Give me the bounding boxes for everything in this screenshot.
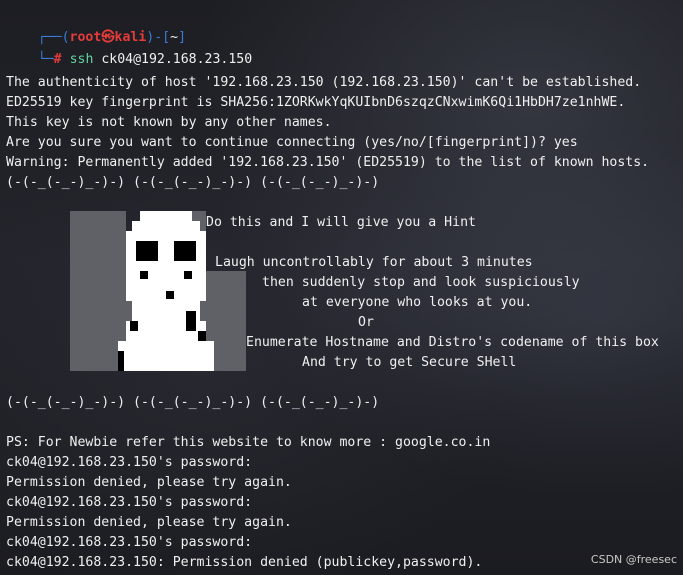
- terminal-window[interactable]: ┌──(root㉿kali)-[~] └─# ssh ck04@192.168.…: [0, 0, 683, 575]
- banner-enumerate: Enumerate Hostname and Distro's codename…: [246, 335, 659, 350]
- command-args: ck04@192.168.23.150: [93, 52, 253, 67]
- prompt-command-line: └─# ssh ck04@192.168.23.150: [6, 30, 252, 67]
- password-prompt: ck04@192.168.23.150's password:: [6, 535, 253, 550]
- output-line: Warning: Permanently added '192.168.23.1…: [6, 155, 650, 170]
- ghost-ascii-art: [70, 211, 246, 371]
- banner-laugh: Laugh uncontrollably for about 3 minutes: [215, 255, 533, 270]
- output-line: ck04@192.168.23.150: Permission denied (…: [6, 555, 483, 570]
- banner-everyone: at everyone who looks at you.: [302, 295, 533, 310]
- output-line: Are you sure you want to continue connec…: [6, 135, 578, 150]
- banner-hint: Do this and I will give you a Hint: [206, 215, 476, 230]
- watermark: CSDN @freesec: [590, 553, 677, 566]
- prompt-header: ┌──(root㉿kali)-[~]: [6, 8, 186, 45]
- output-line: This key is not known by any other names…: [6, 115, 332, 130]
- banner-divider: (-(-_(-_-)_-)-) (-(-_(-_-)_-)-) (-(-_(-_…: [6, 395, 380, 410]
- output-line: PS: For Newbie refer this website to kno…: [6, 435, 491, 450]
- prompt-hash: #: [53, 52, 62, 67]
- output-line: Permission denied, please try again.: [6, 475, 292, 490]
- command-name: ssh: [69, 52, 94, 67]
- banner-divider: (-(-_(-_-)_-)-) (-(-_(-_-)_-)-) (-(-_(-_…: [6, 175, 380, 190]
- output-line: ED25519 key fingerprint is SHA256:1ZORKw…: [6, 95, 626, 110]
- password-prompt: ck04@192.168.23.150's password:: [6, 455, 253, 470]
- banner-try: And try to get Secure SHell: [302, 355, 517, 370]
- output-line: Permission denied, please try again.: [6, 515, 292, 530]
- password-prompt: ck04@192.168.23.150's password:: [6, 495, 253, 510]
- banner-stop: then suddenly stop and look suspiciously: [262, 275, 580, 290]
- banner-or: Or: [358, 315, 374, 330]
- output-line: The authenticity of host '192.168.23.150…: [6, 75, 642, 90]
- prompt-corner-bottom: └─: [37, 52, 54, 67]
